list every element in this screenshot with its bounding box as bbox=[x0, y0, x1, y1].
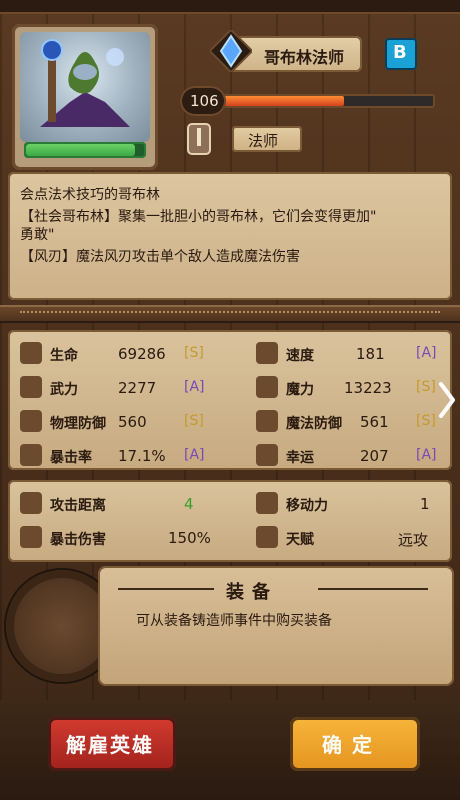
sparkle-icon bbox=[256, 376, 278, 398]
tower-icon bbox=[256, 492, 278, 514]
stat-rank-magic: [S] bbox=[416, 379, 436, 395]
stat-rank-magic-def: [S] bbox=[416, 413, 436, 429]
level-badge: 106 bbox=[180, 86, 226, 116]
stats-panel: 生命 69286 [S] 速度 181 [A] 武力 2277 [A] 魔力 1… bbox=[8, 330, 452, 470]
equipment-divider-right bbox=[318, 588, 428, 590]
element-crystal-icon bbox=[208, 28, 254, 74]
hero-health-fill bbox=[26, 144, 135, 156]
class-emblem-icon bbox=[187, 123, 211, 155]
crit-damage-icon bbox=[20, 526, 42, 548]
level-value: 106 bbox=[190, 92, 219, 110]
stats-row-4: 暴击率 17.1% [A] 幸运 207 [A] bbox=[8, 438, 452, 472]
stat-rank-phys-def: [S] bbox=[184, 413, 204, 429]
stat-label-range: 攻击距离 bbox=[50, 498, 106, 514]
stat-label-luck: 幸运 bbox=[286, 450, 314, 466]
chevron-right-icon[interactable] bbox=[437, 380, 457, 420]
stat-label-phys-def: 物理防御 bbox=[50, 416, 106, 432]
stat-value-range: 4 bbox=[184, 495, 194, 513]
shield-icon bbox=[20, 410, 42, 432]
secondary-stats-row-2: 暴击伤害 150% 天赋 远攻 bbox=[8, 520, 452, 554]
grade-letter: B bbox=[393, 42, 407, 63]
stat-label-crit-damage: 暴击伤害 bbox=[50, 532, 106, 548]
description-title: 会点法术技巧的哥布林 bbox=[20, 187, 160, 203]
hero-class-plate: 法师 bbox=[232, 126, 302, 152]
stats-row-3: 物理防御 560 [S] 魔法防御 561 [S] bbox=[8, 404, 452, 438]
stat-label-magic-def: 魔法防御 bbox=[286, 416, 342, 432]
stat-value-hp: 69286 bbox=[118, 345, 166, 363]
stat-label-talent: 天赋 bbox=[286, 532, 314, 548]
description-line-1: 【社会哥布林】聚集一批胆小的哥布林，它们会变得更加" bbox=[20, 209, 377, 225]
dismiss-hero-button[interactable]: 解雇英雄 bbox=[48, 717, 176, 771]
stat-label-movement: 移动力 bbox=[286, 498, 328, 514]
equipment-divider-left bbox=[118, 588, 214, 590]
chain-divider bbox=[0, 305, 460, 323]
stat-value-magic-def: 561 bbox=[360, 413, 389, 431]
stat-value-crit-rate: 17.1% bbox=[118, 447, 166, 465]
stat-value-crit-damage: 150% bbox=[168, 529, 211, 547]
stat-rank-attack: [A] bbox=[184, 379, 205, 395]
confirm-button[interactable]: 确定 bbox=[290, 717, 420, 771]
stats-row-2: 武力 2277 [A] 魔力 13223 [S] bbox=[8, 370, 452, 404]
chain-decoration bbox=[20, 311, 440, 319]
hero-detail-screen: 哥布林法师 B 106 法师 会点法术技巧的哥布林 【社会哥布林】聚集一批胆小的… bbox=[0, 0, 460, 800]
stat-label-magic: 魔力 bbox=[286, 382, 314, 398]
hero-portrait bbox=[20, 32, 150, 142]
hero-class: 法师 bbox=[248, 132, 279, 150]
stat-value-speed: 181 bbox=[356, 345, 385, 363]
sword-icon bbox=[20, 376, 42, 398]
stat-label-attack: 武力 bbox=[50, 382, 78, 398]
stat-label-crit-rate: 暴击率 bbox=[50, 450, 92, 466]
dismiss-hero-label: 解雇英雄 bbox=[66, 733, 154, 757]
target-icon bbox=[20, 492, 42, 514]
secondary-stats-panel: 攻击距离 4 移动力 1 暴击伤害 150% 天赋 远攻 bbox=[8, 480, 452, 562]
hero-description-panel: 会点法术技巧的哥布林 【社会哥布林】聚集一批胆小的哥布林，它们会变得更加" 勇敢… bbox=[8, 172, 452, 300]
boot-icon bbox=[256, 342, 278, 364]
burst-icon bbox=[20, 444, 42, 466]
xp-bar bbox=[220, 94, 435, 108]
hero-health-bar bbox=[24, 142, 146, 158]
goblin-mage-illustration bbox=[40, 39, 130, 127]
top-strip bbox=[0, 0, 460, 14]
stat-value-magic: 13223 bbox=[344, 379, 392, 397]
description-line-2: 勇敢" bbox=[20, 227, 55, 243]
description-line-3: 【风刃】魔法风刃攻击单个敌人造成魔法伤害 bbox=[20, 249, 300, 265]
clover-icon bbox=[256, 444, 278, 466]
talent-icon bbox=[256, 526, 278, 548]
hero-portrait-frame[interactable] bbox=[12, 24, 158, 170]
hero-name: 哥布林法师 bbox=[264, 48, 345, 67]
secondary-stats-row-1: 攻击距离 4 移动力 1 bbox=[8, 486, 452, 520]
grade-badge: B bbox=[385, 38, 417, 70]
level-xp-row: 106 bbox=[180, 86, 440, 116]
stat-label-speed: 速度 bbox=[286, 348, 314, 364]
equipment-title: 装备 bbox=[226, 582, 278, 603]
stat-value-attack: 2277 bbox=[118, 379, 157, 397]
stat-rank-hp: [S] bbox=[184, 345, 204, 361]
stat-rank-crit-rate: [A] bbox=[184, 447, 205, 463]
equipment-subtitle: 可从装备铸造师事件中购买装备 bbox=[136, 613, 332, 629]
confirm-label: 确定 bbox=[322, 733, 382, 757]
stat-label-hp: 生命 bbox=[50, 348, 78, 364]
stat-value-movement: 1 bbox=[420, 495, 430, 513]
stats-row-1: 生命 69286 [S] 速度 181 [A] bbox=[8, 336, 452, 370]
equipment-panel: 装备 可从装备铸造师事件中购买装备 bbox=[98, 566, 454, 686]
xp-bar-fill bbox=[222, 96, 344, 106]
stat-rank-luck: [A] bbox=[416, 447, 437, 463]
stat-value-phys-def: 560 bbox=[118, 413, 147, 431]
heart-icon bbox=[20, 342, 42, 364]
magic-shield-icon bbox=[256, 410, 278, 432]
stat-rank-speed: [A] bbox=[416, 345, 437, 361]
stat-value-talent: 远攻 bbox=[398, 531, 429, 549]
stat-value-luck: 207 bbox=[360, 447, 389, 465]
